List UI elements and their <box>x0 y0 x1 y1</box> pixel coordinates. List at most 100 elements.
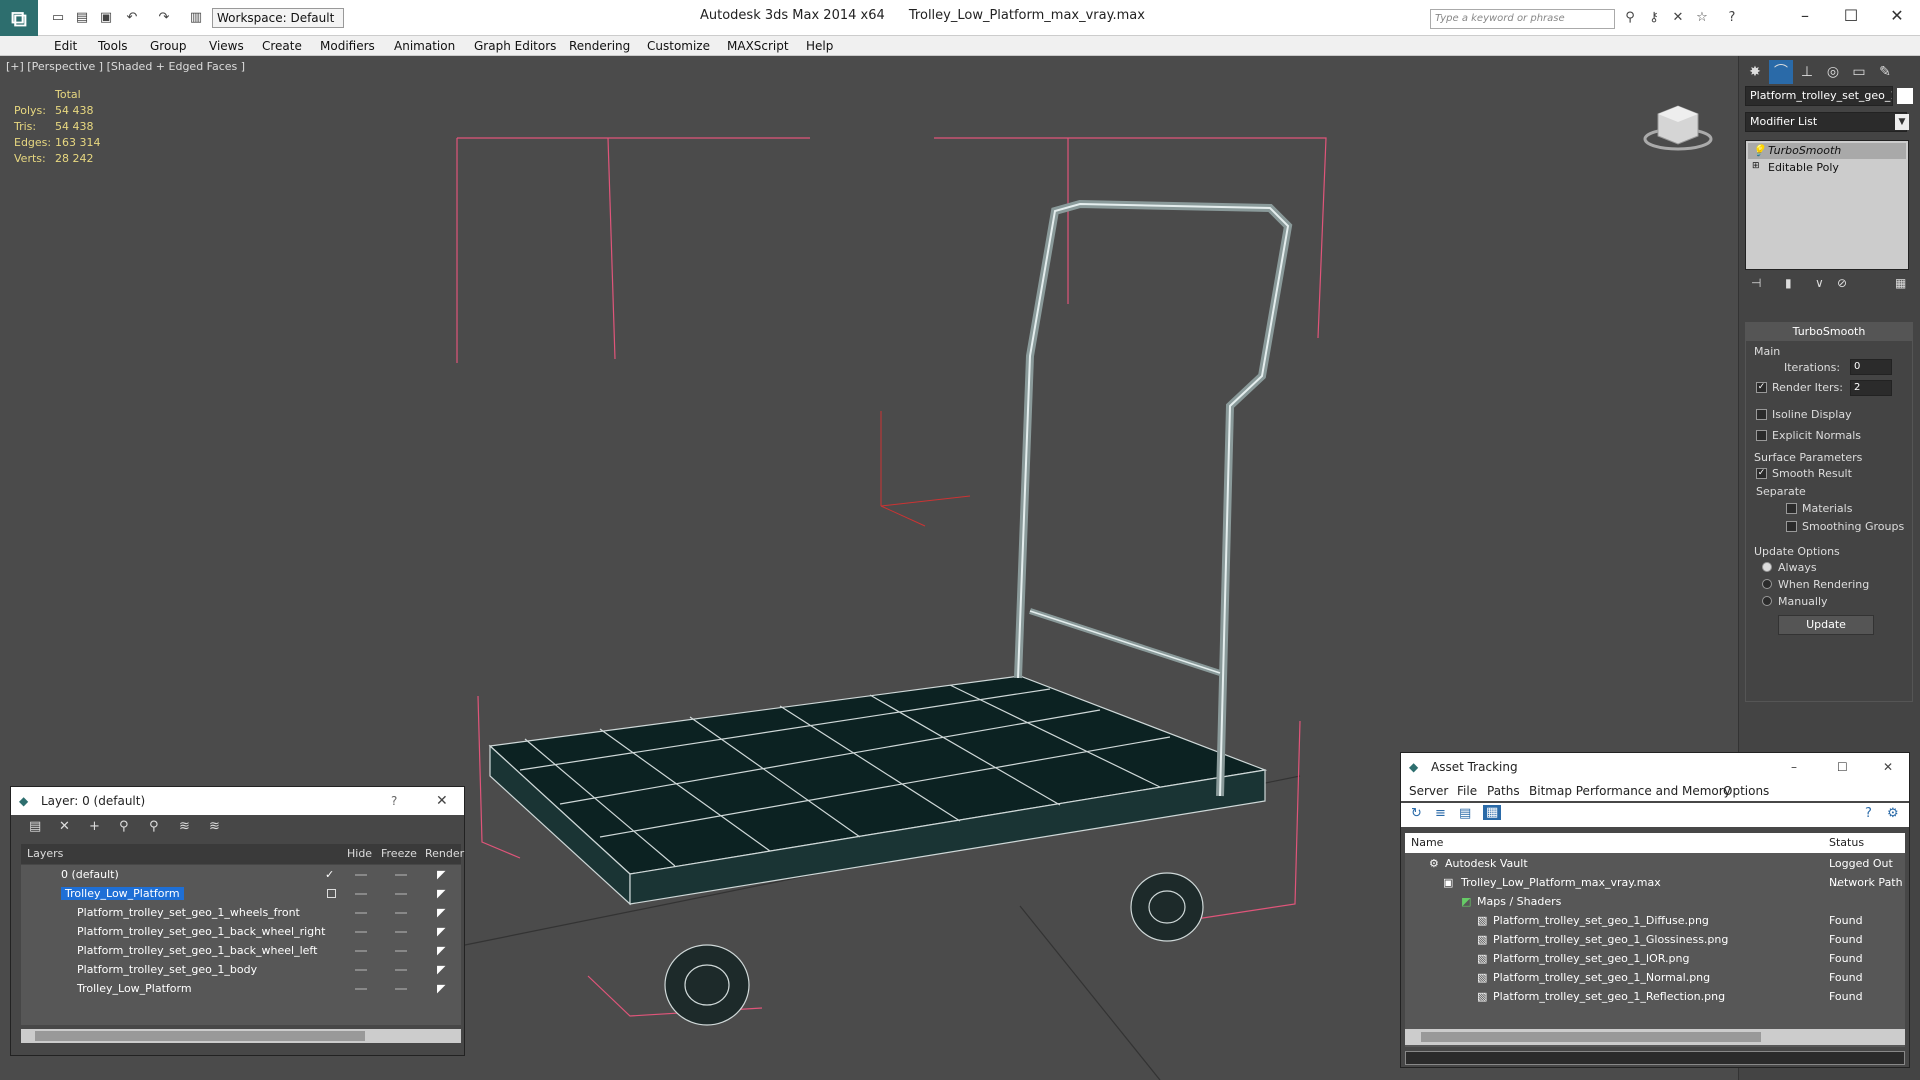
display-tab-icon[interactable]: ▭ <box>1847 60 1871 84</box>
render-iters-spinner[interactable]: 2 <box>1850 380 1892 396</box>
asset-row-glossiness[interactable]: ▧ Platform_trolley_set_geo_1_Glossiness.… <box>1405 930 1905 949</box>
menu-animation[interactable]: Animation <box>394 39 455 53</box>
stack-item-turbosmooth[interactable]: 💡 TurboSmooth <box>1748 143 1906 159</box>
menu-views[interactable]: Views <box>209 39 244 53</box>
select-in-layer-icon[interactable]: ⚲ <box>119 819 129 834</box>
rollout-title[interactable]: TurboSmooth <box>1746 323 1912 341</box>
manually-radio[interactable] <box>1762 596 1772 606</box>
col-freeze[interactable]: Freeze <box>381 844 417 864</box>
redo-icon[interactable]: ↷ <box>154 8 174 28</box>
viewcube-icon[interactable] <box>1643 94 1713 154</box>
asset-row-maxfile[interactable]: ▣ Trolley_Low_Platform_max_vray.max Netw… <box>1405 873 1905 892</box>
close-button[interactable]: ✕ <box>1883 753 1893 781</box>
help-icon[interactable]: ? <box>1865 806 1872 821</box>
minimize-button[interactable]: – <box>1791 753 1797 781</box>
tree-view-icon[interactable]: ▤ <box>1459 806 1471 821</box>
render-icon[interactable]: ◤ <box>437 884 445 903</box>
asset-row-maps[interactable]: ◩ Maps / Shaders <box>1405 892 1905 911</box>
explicit-normals-checkbox[interactable] <box>1756 430 1767 441</box>
undo-icon[interactable]: ↶ <box>122 8 142 28</box>
render-icon[interactable]: ◤ <box>437 903 445 922</box>
menu-create[interactable]: Create <box>262 39 302 53</box>
create-tab-icon[interactable]: ✸ <box>1743 60 1767 84</box>
asset-row-ior[interactable]: ▧ Platform_trolley_set_geo_1_IOR.png Fou… <box>1405 949 1905 968</box>
menu-file[interactable]: File <box>1457 784 1477 798</box>
layer-box-icon[interactable] <box>327 889 336 898</box>
menu-customize[interactable]: Customize <box>647 39 710 53</box>
render-iters-checkbox[interactable]: ✓ <box>1756 382 1767 393</box>
show-end-result-icon[interactable]: ▮ <box>1785 276 1792 290</box>
menu-options[interactable]: Options <box>1723 784 1769 798</box>
project-folder-icon[interactable]: ▥ <box>186 8 206 28</box>
smoothing-groups-checkbox[interactable] <box>1786 521 1797 532</box>
layer-row-body[interactable]: Platform_trolley_set_geo_1_body ◤ <box>25 960 461 979</box>
add-to-layer-icon[interactable]: + <box>89 819 100 834</box>
close-icon[interactable]: ✕ <box>436 787 448 815</box>
col-layers[interactable]: Layers <box>27 844 63 864</box>
stack-item-editable-poly[interactable]: ⊞ Editable Poly <box>1748 160 1906 176</box>
menu-bitmap-performance[interactable]: Bitmap Performance and Memory <box>1529 784 1731 798</box>
modifier-list-dropdown[interactable]: Modifier List <box>1745 112 1907 132</box>
freeze-all-icon[interactable]: ≋ <box>209 819 220 834</box>
binoculars-icon[interactable]: ⚲ <box>1620 8 1640 28</box>
layer-row-trolley[interactable]: Trolley_Low_Platform ◤ <box>25 884 461 903</box>
chevron-down-icon[interactable]: ▼ <box>1895 114 1909 130</box>
asset-row-normal[interactable]: ▧ Platform_trolley_set_geo_1_Normal.png … <box>1405 968 1905 987</box>
maximize-button[interactable]: ☐ <box>1828 2 1874 30</box>
path-field[interactable] <box>1405 1051 1905 1065</box>
hide-all-icon[interactable]: ≋ <box>179 819 190 834</box>
isoline-checkbox[interactable] <box>1756 409 1767 420</box>
layer-row-back-wheel-left[interactable]: Platform_trolley_set_geo_1_back_wheel_le… <box>25 941 461 960</box>
minimize-button[interactable]: – <box>1782 2 1828 30</box>
layer-row-trolley-object[interactable]: Trolley_Low_Platform ◤ <box>25 979 461 998</box>
col-hide[interactable]: Hide <box>347 844 372 864</box>
col-status[interactable]: Status <box>1829 833 1864 853</box>
menu-group[interactable]: Group <box>150 39 187 53</box>
help-icon[interactable]: ? <box>1722 8 1742 28</box>
scrollbar-thumb[interactable] <box>1421 1032 1761 1042</box>
smooth-result-checkbox[interactable]: ✓ <box>1756 468 1767 479</box>
menu-rendering[interactable]: Rendering <box>569 39 630 53</box>
tools-icon[interactable]: ✕ <box>1668 8 1688 28</box>
new-file-icon[interactable]: ▭ <box>48 8 68 28</box>
menu-help[interactable]: Help <box>806 39 833 53</box>
app-logo-icon[interactable]: ⧉ <box>0 0 38 40</box>
key-icon[interactable]: ⚷ <box>1644 8 1664 28</box>
pin-stack-icon[interactable]: ⊣ <box>1751 276 1761 290</box>
maximize-button[interactable]: ☐ <box>1837 753 1848 781</box>
menu-edit[interactable]: Edit <box>54 39 77 53</box>
hierarchy-tab-icon[interactable]: ⊥ <box>1795 60 1819 84</box>
settings-icon[interactable]: ⚙ <box>1887 806 1899 821</box>
utilities-tab-icon[interactable]: ✎ <box>1873 60 1897 84</box>
menu-graph-editors[interactable]: Graph Editors <box>474 39 556 53</box>
col-name[interactable]: Name <box>1411 833 1443 853</box>
motion-tab-icon[interactable]: ◎ <box>1821 60 1845 84</box>
menu-maxscript[interactable]: MAXScript <box>727 39 789 53</box>
help-icon[interactable]: ? <box>391 787 397 815</box>
expand-plus-icon[interactable]: ⊞ <box>1752 161 1760 171</box>
refresh-icon[interactable]: ↻ <box>1411 806 1422 821</box>
delete-layer-icon[interactable]: ✕ <box>59 819 70 834</box>
asset-row-vault[interactable]: ⚙ Autodesk Vault Logged Out ... <box>1405 854 1905 889</box>
configure-sets-icon[interactable]: ▦ <box>1895 276 1906 290</box>
menu-server[interactable]: Server <box>1409 784 1448 798</box>
horizontal-scrollbar[interactable] <box>21 1029 461 1043</box>
materials-checkbox[interactable] <box>1786 503 1797 514</box>
render-icon[interactable]: ◤ <box>437 865 445 884</box>
modifier-stack[interactable]: 💡 TurboSmooth ⊞ Editable Poly <box>1745 140 1909 270</box>
object-color-swatch[interactable] <box>1897 88 1913 104</box>
layer-row-wheels-front[interactable]: Platform_trolley_set_geo_1_wheels_front … <box>25 903 461 922</box>
menu-modifiers[interactable]: Modifiers <box>320 39 375 53</box>
menu-paths[interactable]: Paths <box>1487 784 1520 798</box>
save-icon[interactable]: ▣ <box>96 8 116 28</box>
render-icon[interactable]: ◤ <box>437 960 445 979</box>
when-rendering-radio[interactable] <box>1762 579 1772 589</box>
lightbulb-icon[interactable]: 💡 <box>1752 144 1766 157</box>
scrollbar-thumb[interactable] <box>35 1031 365 1041</box>
workspace-dropdown[interactable]: Workspace: Default <box>212 8 344 28</box>
always-radio[interactable] <box>1762 562 1772 572</box>
search-input[interactable]: Type a keyword or phrase <box>1430 9 1615 29</box>
iterations-spinner[interactable]: 0 <box>1850 359 1892 375</box>
highlight-layer-icon[interactable]: ⚲ <box>149 819 159 834</box>
object-name-field[interactable]: Platform_trolley_set_geo_1_ <box>1745 86 1893 106</box>
